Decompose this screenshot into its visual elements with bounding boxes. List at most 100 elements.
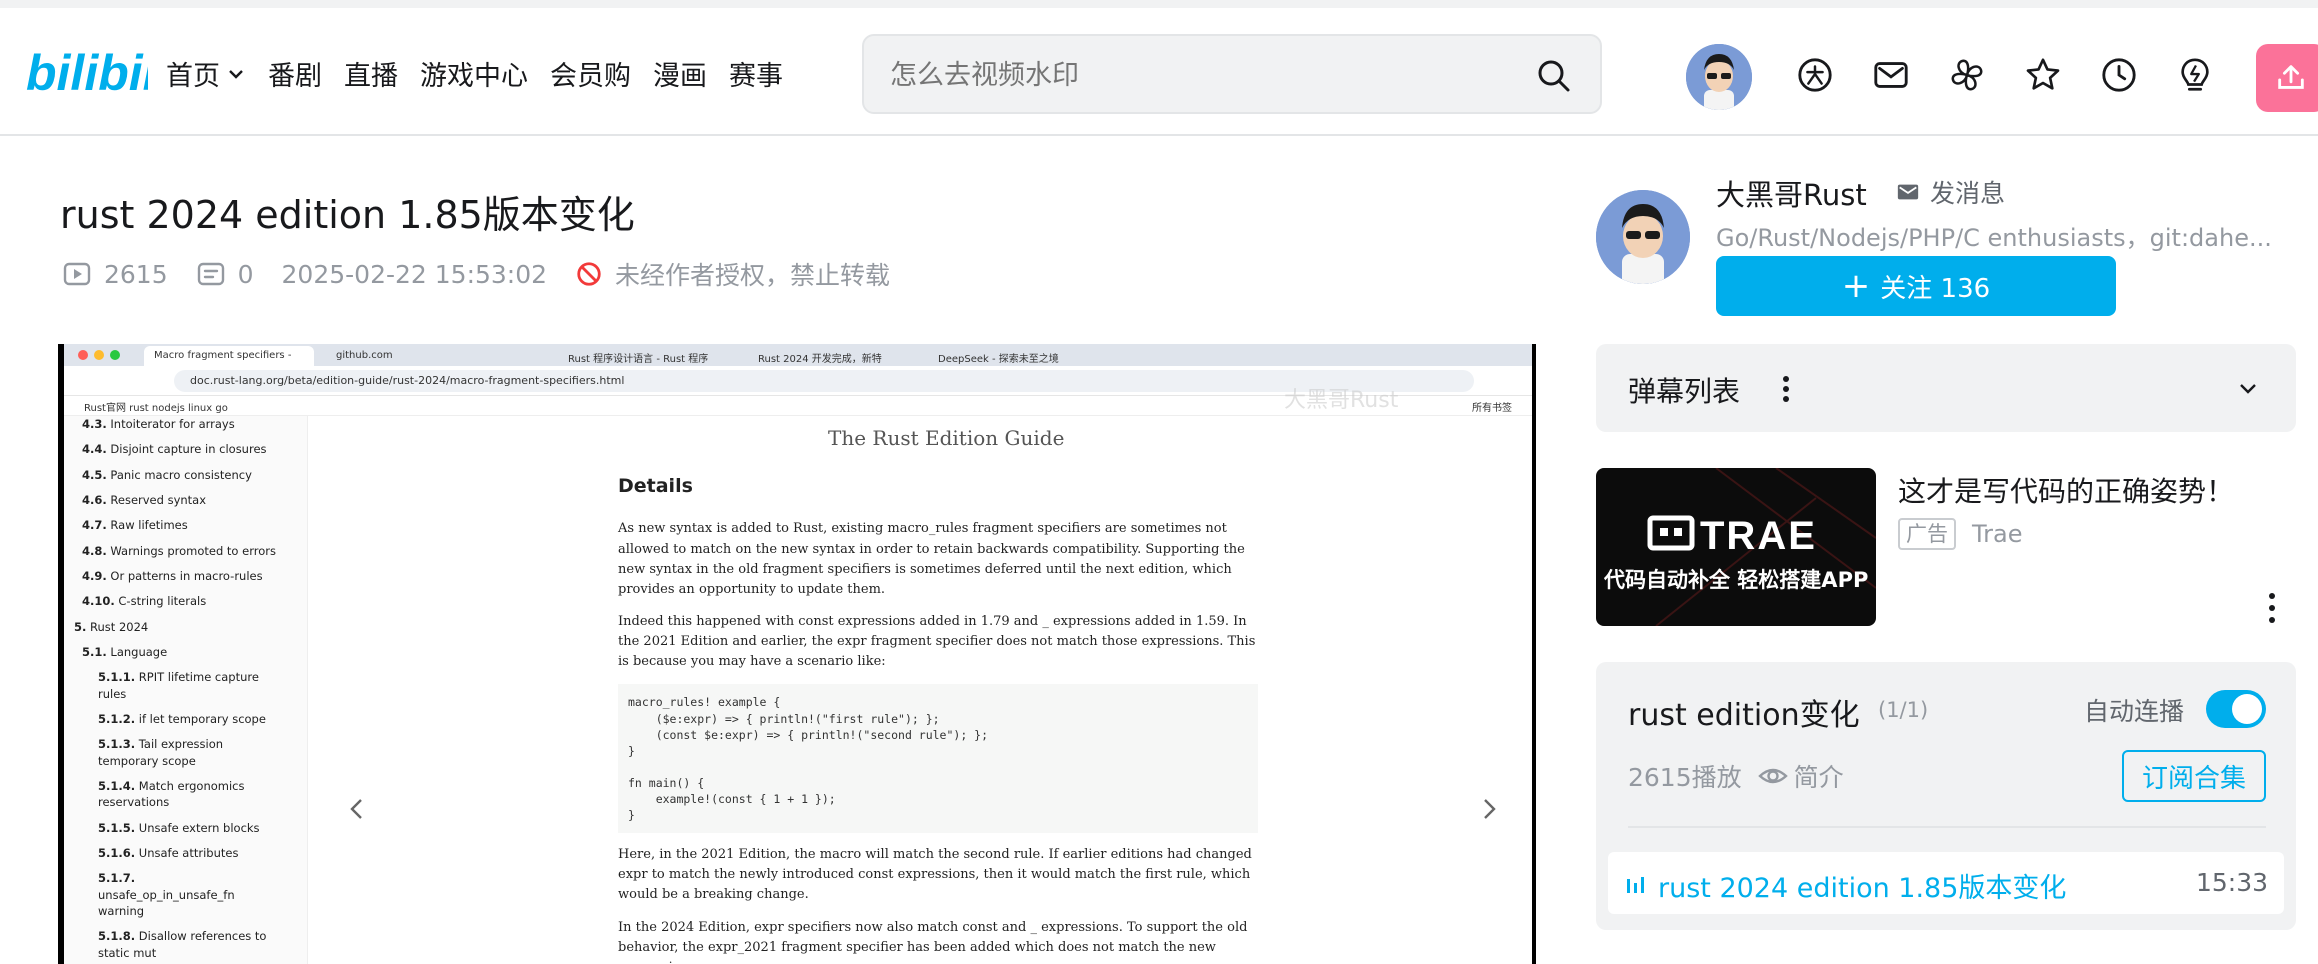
toc-number: 5.1.7. xyxy=(98,871,136,886)
collection-plays: 2615播放 xyxy=(1628,763,1742,792)
ad-banner[interactable]: TRAE 代码自动补全 轻松搭建APP xyxy=(1596,468,1876,626)
bilibili-logo[interactable]: bilibili xyxy=(26,42,148,102)
toc-item[interactable]: 4.9. Or patterns in macro-rules xyxy=(74,568,276,584)
svg-text:bilibili: bilibili xyxy=(26,45,148,101)
toc-label: Disjoint capture in closures xyxy=(110,442,267,457)
toc-item[interactable]: 5.1. Language xyxy=(74,644,276,660)
eye-icon xyxy=(1757,768,1788,784)
main-nav: 首页 番剧 直播 游戏中心 会员购 漫画 赛事 xyxy=(166,54,805,93)
toc-label: C-string literals xyxy=(118,594,207,609)
browser-tab: DeepSeek - 探索未至之境 xyxy=(938,354,1059,365)
toc-label: Unsafe extern blocks xyxy=(138,820,260,835)
nav-game-center[interactable]: 游戏中心 xyxy=(420,54,528,93)
toc-item[interactable]: 5.1.4. Match ergonomics reservations xyxy=(74,778,274,811)
nav-esports[interactable]: 赛事 xyxy=(729,54,783,93)
toc-item[interactable]: 4.7. Raw lifetimes xyxy=(74,517,276,533)
ad-slogan: 代码自动补全 轻松搭建APP xyxy=(1604,568,1869,592)
video-meta: 2615 0 2025-02-22 15:53:02 未经作者授权，禁止转载 xyxy=(62,256,918,292)
subscribe-collection-button[interactable]: 订阅合集 xyxy=(2122,750,2266,802)
toc-item[interactable]: 5. Rust 2024 xyxy=(74,619,276,635)
favorite-icon[interactable] xyxy=(2022,54,2064,96)
nav-live[interactable]: 直播 xyxy=(344,54,398,93)
toc-item[interactable]: 5.1.1. RPIT lifetime capture rules xyxy=(74,669,274,702)
dynamic-icon[interactable] xyxy=(1946,54,1988,96)
toc-label: Language xyxy=(110,644,168,659)
search-icon[interactable] xyxy=(1536,58,1572,94)
doc-content: Details As new syntax is added to Rust, … xyxy=(618,472,1258,964)
toc-item[interactable]: 5.1.7. unsafe_op_in_unsafe_fn warning xyxy=(74,870,274,919)
chevron-down-icon[interactable] xyxy=(2236,376,2260,400)
toc-item[interactable]: 5.1.2. if let temporary scope xyxy=(74,711,274,727)
toc-label: Or patterns in macro-rules xyxy=(110,568,263,583)
creation-icon[interactable] xyxy=(2174,54,2216,96)
uploader-avatar[interactable] xyxy=(1596,190,1690,284)
url-text: doc.rust-lang.org/beta/edition-guide/rus… xyxy=(174,370,1474,392)
toc-item[interactable]: 4.10. C-string literals xyxy=(74,593,276,609)
toc-label: Rust 2024 xyxy=(90,619,149,634)
message-icon[interactable] xyxy=(1870,54,1912,96)
nav-anime[interactable]: 番剧 xyxy=(268,54,322,93)
toc-item[interactable]: 4.4. Disjoint capture in closures xyxy=(74,441,276,457)
nav-manga[interactable]: 漫画 xyxy=(653,54,707,93)
toc-number: 5.1.1. xyxy=(98,670,136,685)
more-vertical-icon[interactable] xyxy=(2266,590,2278,626)
history-icon[interactable] xyxy=(2098,54,2140,96)
send-message-link[interactable]: 发消息 xyxy=(1896,174,2005,210)
bookmarks-text: Rust官网 rust nodejs linux go xyxy=(84,403,228,414)
top-strip xyxy=(0,0,2318,8)
episode-item[interactable]: rust 2024 edition 1.85版本变化 15:33 xyxy=(1608,852,2284,914)
danmaku-stat: 0 xyxy=(196,259,254,289)
toc-number: 4.9. xyxy=(82,568,107,583)
views-stat: 2615 xyxy=(62,259,168,289)
doc-paragraph: In the 2024 Edition, expr specifiers now… xyxy=(618,919,1248,964)
danmaku-value: 0 xyxy=(237,259,254,289)
more-vertical-icon[interactable] xyxy=(1776,372,1796,406)
toc-item[interactable]: 4.3. Intoiterator for arrays xyxy=(74,416,276,432)
toc-item[interactable]: 5.1.5. Unsafe extern blocks xyxy=(74,820,274,836)
ad-title[interactable]: 这才是写代码的正确姿势！ xyxy=(1898,470,2234,510)
toc-item[interactable]: 5.1.8. Disallow references to static mut xyxy=(74,928,274,961)
toc-label: Raw lifetimes xyxy=(110,518,188,533)
bookmarks-right: 所有书签 xyxy=(1472,403,1512,414)
uploader-name[interactable]: 大黑哥Rust xyxy=(1716,172,1867,214)
toc-number: 4.6. xyxy=(82,492,107,507)
copyright-text: 未经作者授权，禁止转载 xyxy=(615,261,891,290)
upload-icon xyxy=(2278,65,2304,89)
danmaku-list-label: 弹幕列表 xyxy=(1628,375,1741,408)
send-message-label: 发消息 xyxy=(1930,179,2006,208)
search-input[interactable] xyxy=(890,54,1490,96)
prev-page-icon xyxy=(350,799,362,819)
collection-title[interactable]: rust edition变化 xyxy=(1628,690,1860,734)
header-icons xyxy=(1794,54,2250,96)
browser-tabbar: Macro fragment specifiers - github.com R… xyxy=(64,344,1532,366)
toc-number: 5.1.6. xyxy=(98,845,136,860)
follow-button[interactable]: + 关注 136 xyxy=(1716,256,2116,316)
ad-logo-text: TRAE xyxy=(1700,514,1817,558)
toc-list: 4.3. Intoiterator for arrays 4.4. Disjoin… xyxy=(74,416,276,964)
toc-item[interactable]: 5.1.3. Tail expression temporary scope xyxy=(74,736,274,769)
next-page-icon xyxy=(1484,799,1496,819)
big-member-icon[interactable] xyxy=(1794,54,1836,96)
publish-date: 2025-02-22 15:53:02 xyxy=(281,259,548,289)
toc-item[interactable]: 4.8. Warnings promoted to errors xyxy=(74,543,276,559)
collection-intro-link[interactable]: 简介 xyxy=(1794,758,1844,794)
episode-duration: 15:33 xyxy=(2195,868,2268,897)
nav-mall[interactable]: 会员购 xyxy=(550,54,631,93)
toc-item[interactable]: 4.5. Panic macro consistency xyxy=(74,467,276,483)
browser-tab: github.com xyxy=(336,350,393,361)
search-box xyxy=(862,34,1602,114)
nav-home[interactable]: 首页 xyxy=(166,54,246,93)
user-avatar[interactable] xyxy=(1686,44,1752,110)
doc-header: The Rust Edition Guide xyxy=(308,416,1532,456)
avatar-image xyxy=(1596,190,1690,284)
toc-item[interactable]: 4.6. Reserved syntax xyxy=(74,492,276,508)
browser-tab: Rust 2024 开发完成，新特 xyxy=(758,354,882,365)
autoplay-toggle[interactable] xyxy=(2206,690,2266,728)
toc-item[interactable]: 5.1.6. Unsafe attributes xyxy=(74,845,274,861)
danmaku-list-panel[interactable]: 弹幕列表 xyxy=(1596,344,2296,432)
episode-title: rust 2024 edition 1.85版本变化 xyxy=(1658,873,2067,904)
video-player[interactable]: Macro fragment specifiers - github.com R… xyxy=(58,344,1536,964)
toc-number: 5.1.4. xyxy=(98,778,136,793)
upload-button[interactable] xyxy=(2256,44,2318,112)
toc-number: 5.1.5. xyxy=(98,820,136,835)
